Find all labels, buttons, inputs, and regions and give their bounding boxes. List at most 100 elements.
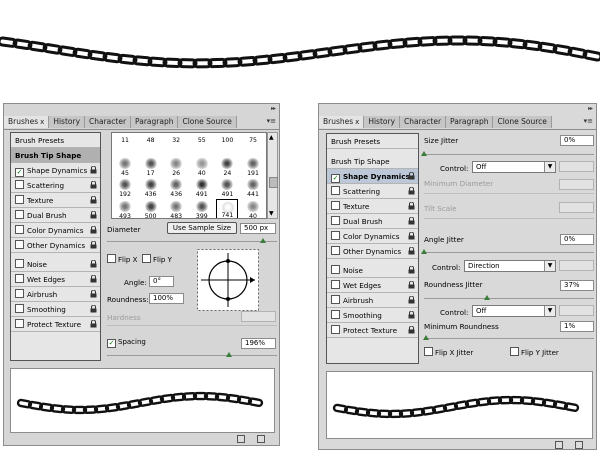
chevron-down-icon[interactable]: ▼ [544,306,555,316]
tab-paragraph[interactable]: Paragraph [131,116,179,128]
tab-clone-source[interactable]: Clone Source [178,116,237,128]
list-item-scattering[interactable]: Scattering [327,184,418,199]
list-item-scattering[interactable]: Scattering [11,178,100,193]
scroll-up-icon[interactable]: ▲ [269,134,274,141]
panel-menu-icon[interactable]: ▾≡ [267,117,276,125]
close-icon[interactable]: x [355,118,359,126]
list-item-smoothing[interactable]: Smoothing [11,302,100,317]
list-item-brush-presets[interactable]: Brush Presets [327,134,418,149]
new-brush-icon[interactable] [555,441,563,449]
roundness-field[interactable]: 100% [149,293,184,304]
minimum-roundness-slider[interactable] [424,338,594,339]
panel-collapse-icon[interactable]: ▸▸ [271,105,276,112]
angle-control-select[interactable]: Direction ▼ [464,260,556,272]
roundness-jitter-field[interactable]: 37% [560,280,594,291]
use-sample-size-button[interactable]: Use Sample Size [167,222,237,234]
roundness-control-select[interactable]: Off ▼ [472,305,556,317]
trash-icon[interactable] [257,435,265,443]
size-jitter-field[interactable]: 0% [560,135,594,146]
list-item-texture[interactable]: Texture [11,193,100,208]
brush-tip-cell[interactable]: 48 [140,134,162,155]
list-item-protect-texture[interactable]: Protect Texture [327,323,418,338]
roundness-jitter-slider-thumb[interactable] [483,295,490,300]
brush-tip-cell[interactable]: 436 [165,177,187,198]
tab-brushes[interactable]: Brushes x [4,116,50,128]
new-brush-icon[interactable] [237,435,245,443]
tab-history[interactable]: History [49,116,86,128]
brush-tip-cell[interactable]: 32 [165,134,187,155]
diameter-slider-thumb[interactable] [260,238,267,243]
brush-tip-cell[interactable]: 17 [140,156,162,177]
checkmark-icon[interactable]: ✓ [331,174,340,183]
tab-paragraph[interactable]: Paragraph [446,116,494,128]
checkmark-icon[interactable]: ✓ [15,168,24,177]
brush-grid-scrollbar[interactable]: ▲ ▼ [267,132,278,219]
list-item-wet-edges[interactable]: Wet Edges [11,272,100,287]
list-item-color-dynamics[interactable]: Color Dynamics [11,223,100,238]
angle-field[interactable]: 0° [149,276,174,287]
brush-tip-cell[interactable]: 24 [216,156,238,177]
list-item-dual-brush[interactable]: Dual Brush [11,208,100,223]
brush-tip-cell[interactable]: 493 [114,199,136,218]
scroll-thumb[interactable] [269,177,278,188]
brush-tip-cell[interactable]: 399 [191,199,213,218]
brush-tip-cell[interactable]: 192 [114,177,136,198]
brush-tip-cell[interactable]: 75 [242,134,264,155]
size-control-select[interactable]: Off ▼ [472,161,556,173]
tab-character[interactable]: Character [400,116,447,128]
list-item-shape-dynamics[interactable]: ✓ Shape Dynamics [327,169,418,184]
tab-character[interactable]: Character [85,116,132,128]
brush-tip-cell[interactable]: 741 [216,198,239,218]
flip-x-jitter-checkbox[interactable]: Flip X Jitter [424,347,473,357]
chevron-down-icon[interactable]: ▼ [544,261,555,271]
tab-history[interactable]: History [364,116,401,128]
list-item-noise[interactable]: Noise [11,257,100,272]
flip-x-checkbox[interactable]: Flip X [107,254,137,264]
list-item-shape-dynamics[interactable]: ✓ Shape Dynamics [11,163,100,178]
list-item-color-dynamics[interactable]: Color Dynamics [327,229,418,244]
brush-tip-cell[interactable]: 191 [242,156,264,177]
list-item-noise[interactable]: Noise [327,263,418,278]
minimum-roundness-slider-thumb[interactable] [422,335,429,340]
diameter-slider[interactable] [107,241,277,242]
panel-menu-icon[interactable]: ▾≡ [584,117,593,125]
tab-brushes[interactable]: Brushes x [319,116,365,128]
brush-tip-cell[interactable]: 26 [165,156,187,177]
flip-y-checkbox[interactable]: Flip Y [142,254,172,264]
list-item-dual-brush[interactable]: Dual Brush [327,214,418,229]
brush-tip-cell[interactable]: 40 [191,156,213,177]
panel-collapse-icon[interactable]: ▸▸ [588,105,593,112]
list-item-smoothing[interactable]: Smoothing [327,308,418,323]
trash-icon[interactable] [575,441,583,449]
brush-tip-cell[interactable]: 500 [140,199,162,218]
brush-tip-cell[interactable]: 436 [140,177,162,198]
roundness-jitter-slider[interactable] [424,298,594,299]
list-item-protect-texture[interactable]: Protect Texture [11,317,100,332]
diameter-field[interactable]: 500 px [240,223,276,234]
brush-tip-cell[interactable]: 55 [191,134,213,155]
list-item-brush-presets[interactable]: Brush Presets [11,133,100,148]
angle-jitter-field[interactable]: 0% [560,234,594,245]
list-item-airbrush[interactable]: Airbrush [327,293,418,308]
spacing-slider[interactable] [107,355,277,356]
crosshair-icon[interactable] [197,249,259,311]
tab-clone-source[interactable]: Clone Source [493,116,552,128]
list-item-wet-edges[interactable]: Wet Edges [327,278,418,293]
list-item-other-dynamics[interactable]: Other Dynamics [327,244,418,259]
brush-tip-cell[interactable]: 491 [216,177,238,198]
angle-jitter-slider[interactable] [424,252,594,253]
list-item-brush-tip-shape[interactable]: Brush Tip Shape [11,148,100,163]
list-item-brush-tip-shape[interactable]: Brush Tip Shape [327,154,418,169]
angle-jitter-slider-thumb[interactable] [421,249,427,254]
spacing-checkbox[interactable]: ✓ Spacing [107,338,146,348]
size-jitter-slider-thumb[interactable] [421,151,427,156]
list-item-other-dynamics[interactable]: Other Dynamics [11,238,100,253]
spacing-field[interactable]: 196% [241,338,276,349]
chevron-down-icon[interactable]: ▼ [544,162,555,172]
brush-tip-cell[interactable]: 40 [242,199,264,218]
close-icon[interactable]: x [40,118,44,126]
brush-tip-cell[interactable]: 11 [114,134,136,155]
spacing-slider-thumb[interactable] [226,352,233,357]
scroll-down-icon[interactable]: ▼ [269,210,274,217]
minimum-roundness-field[interactable]: 1% [560,321,594,332]
